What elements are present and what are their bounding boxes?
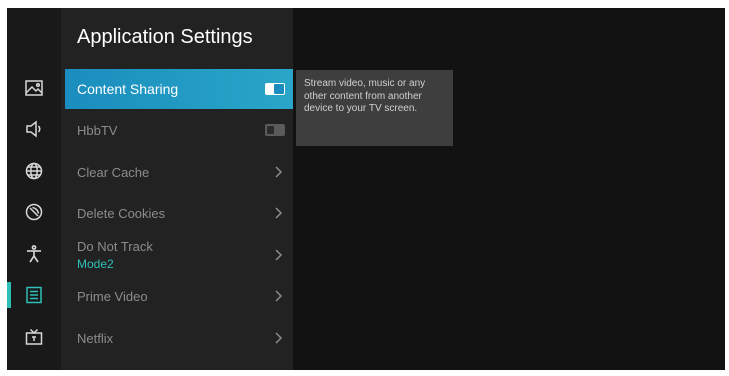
menu-item-netflix[interactable]: Netflix: [65, 318, 293, 358]
menu-item-label: Do Not Track: [77, 239, 153, 254]
help-tooltip: Stream video, music or any other content…: [296, 70, 453, 146]
picture-icon: [25, 80, 43, 96]
globe-icon: [25, 162, 43, 180]
sidebar-item-accessibility[interactable]: [7, 234, 61, 274]
accessibility-icon: [27, 245, 41, 263]
tv-icon: [25, 328, 43, 345]
settings-sidebar: [7, 8, 61, 370]
menu-item-value: Mode2: [77, 257, 114, 271]
menu-item-label: Content Sharing: [77, 81, 179, 97]
sidebar-item-applications[interactable]: [7, 275, 61, 315]
menu-item-delete-cookies[interactable]: Delete Cookies: [65, 193, 293, 233]
satellite-dish-icon: [25, 203, 43, 221]
menu-item-clear-cache[interactable]: Clear Cache: [65, 152, 293, 192]
menu-item-label: HbbTV: [77, 122, 118, 138]
menu-item-label: Delete Cookies: [77, 205, 166, 221]
chevron-right-icon: [275, 207, 283, 219]
menu-item-content-sharing[interactable]: Content Sharing: [65, 69, 293, 109]
menu-item-texts: Do Not Track Mode2: [77, 239, 153, 271]
page-title: Application Settings: [77, 26, 253, 48]
tv-screen: Application Settings Content Sharing Hbb…: [7, 8, 725, 370]
sidebar-item-tv[interactable]: [7, 317, 61, 357]
chevron-right-icon: [275, 166, 283, 178]
toggle-knob: [274, 84, 284, 94]
menu-item-prime-video[interactable]: Prime Video: [65, 276, 293, 316]
chevron-right-icon: [275, 290, 283, 302]
settings-panel: Application Settings Content Sharing Hbb…: [61, 8, 293, 370]
menu-item-label: Prime Video: [77, 288, 148, 304]
menu-item-label: Clear Cache: [77, 164, 150, 180]
sidebar-item-sound[interactable]: [7, 109, 61, 149]
content-sharing-toggle[interactable]: [265, 83, 285, 95]
sidebar-item-network[interactable]: [7, 151, 61, 191]
hbbtv-toggle[interactable]: [265, 124, 285, 136]
toggle-knob: [267, 126, 274, 134]
menu-item-do-not-track[interactable]: Do Not Track Mode2: [65, 235, 293, 275]
menu-item-hbbtv[interactable]: HbbTV: [65, 110, 293, 150]
sound-icon: [26, 120, 41, 138]
menu-item-label: Netflix: [77, 330, 114, 346]
list-icon: [26, 286, 42, 304]
chevron-right-icon: [275, 332, 283, 344]
sidebar-item-picture[interactable]: [7, 68, 61, 108]
chevron-right-icon: [275, 249, 283, 261]
sidebar-item-channels[interactable]: [7, 192, 61, 232]
